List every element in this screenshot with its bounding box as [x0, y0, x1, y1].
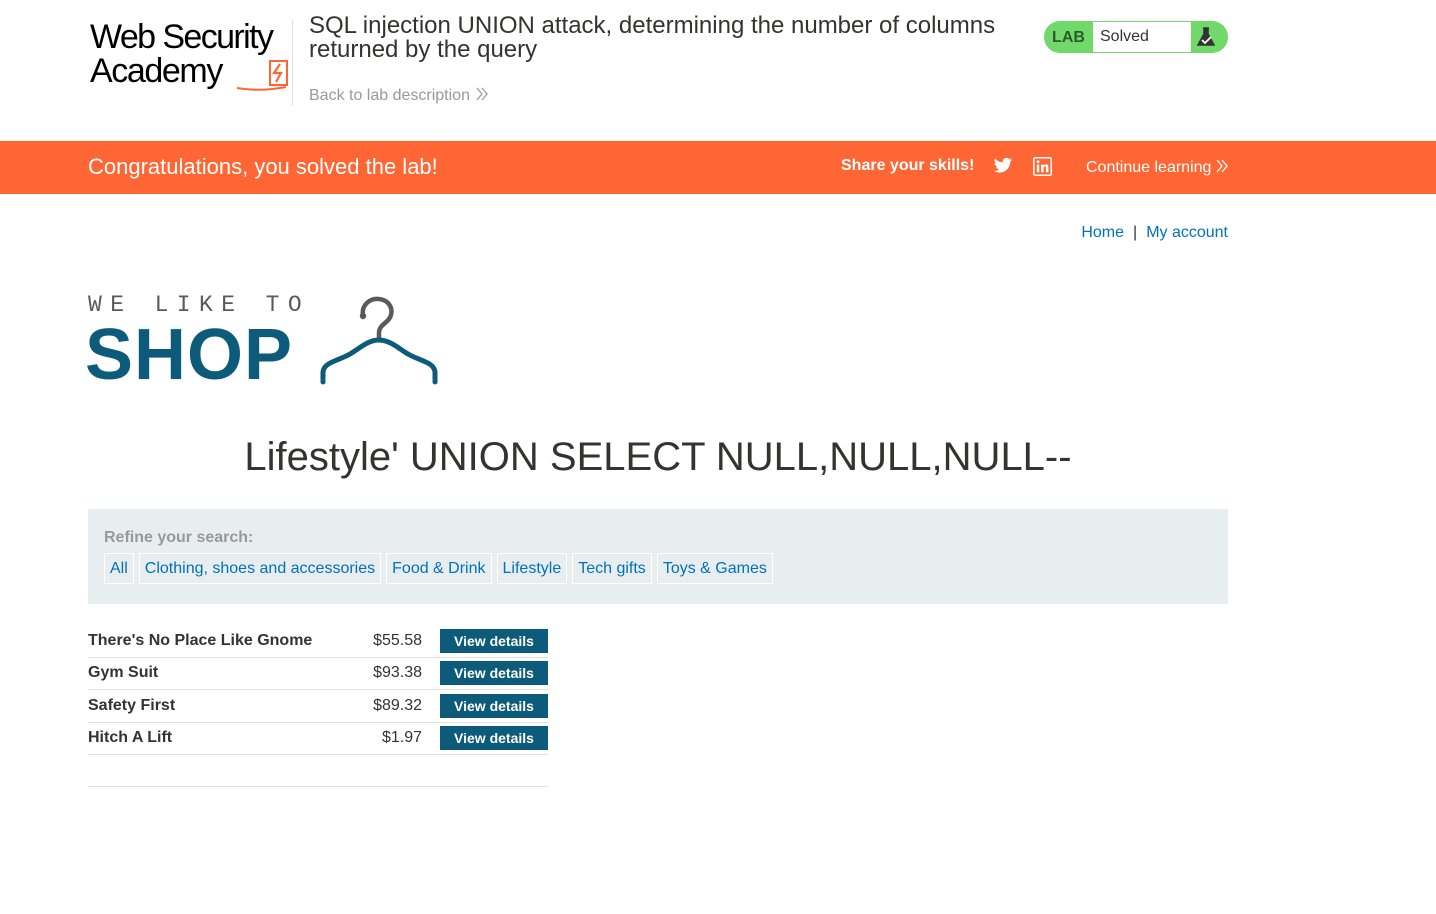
table-bottom-divider: [88, 786, 548, 787]
table-row: There's No Place Like Gnome $55.58 View …: [88, 625, 548, 658]
double-chevron-right-icon: [476, 87, 488, 101]
home-link[interactable]: Home: [1081, 224, 1124, 241]
category-filter-tech-gifts[interactable]: Tech gifts: [572, 553, 652, 584]
table-row: Gym Suit $93.38 View details: [88, 657, 548, 690]
product-action-cell: View details: [440, 722, 548, 755]
my-account-link[interactable]: My account: [1146, 224, 1228, 241]
lab-title: SQL injection UNION attack, determining …: [309, 12, 996, 63]
clothes-hanger-icon: [320, 296, 438, 385]
product-price: $93.38: [358, 657, 440, 690]
logo-bolt-icon: [236, 60, 288, 91]
back-to-lab-description-link[interactable]: Back to lab description: [309, 87, 488, 105]
product-name: Safety First: [88, 689, 358, 723]
notification-message: Congratulations, you solved the lab!: [88, 154, 438, 179]
lab-status-widget: LAB Solved: [1044, 21, 1228, 53]
lab-status-label: LAB: [1052, 29, 1085, 46]
account-nav: Home | My account: [1081, 224, 1228, 242]
nav-separator: |: [1133, 224, 1138, 241]
product-price: $89.32: [358, 689, 440, 723]
view-details-button[interactable]: View details: [440, 726, 548, 751]
header-divider: [292, 20, 293, 106]
category-filter-food-drink[interactable]: Food & Drink: [386, 553, 492, 584]
view-details-button[interactable]: View details: [440, 693, 548, 718]
table-row: Safety First $89.32 View details: [88, 689, 548, 723]
product-price: $1.97: [358, 722, 440, 755]
linkedin-icon: [1033, 157, 1052, 176]
product-price: $55.58: [358, 625, 440, 658]
lab-status-value: Solved: [1093, 22, 1191, 52]
product-name: There's No Place Like Gnome: [88, 625, 358, 658]
product-action-cell: View details: [440, 657, 548, 690]
view-details-button[interactable]: View details: [440, 628, 548, 653]
product-table: There's No Place Like Gnome $55.58 View …: [88, 625, 548, 755]
share-skills-label: Share your skills!: [841, 157, 975, 174]
lab-solved-notification: Congratulations, you solved the lab! Sha…: [0, 141, 1436, 194]
filter-label: Refine your search:: [104, 529, 254, 546]
shop-logo-wordmark: SHOP: [85, 315, 294, 395]
twitter-icon: [993, 157, 1013, 173]
table-row: Hitch A Lift $1.97 View details: [88, 722, 548, 755]
category-list: All Clothing, shoes and accessories Food…: [104, 553, 773, 584]
category-filter-all[interactable]: All: [104, 553, 134, 584]
category-filter-toys-games[interactable]: Toys & Games: [656, 553, 773, 584]
continue-learning-link[interactable]: Continue learning: [1086, 159, 1229, 177]
twitter-share-button[interactable]: [993, 157, 1013, 180]
academy-header: Web Security Academy SQL injection UNION…: [0, 0, 1436, 141]
category-filter-lifestyle[interactable]: Lifestyle: [496, 553, 568, 584]
product-name: Hitch A Lift: [88, 722, 358, 755]
product-action-cell: View details: [440, 689, 548, 723]
logo-text-line1: Web Security: [90, 18, 274, 56]
academy-logo[interactable]: Web Security Academy: [88, 19, 293, 93]
continue-learning-label: Continue learning: [1086, 159, 1212, 176]
product-action-cell: View details: [440, 625, 548, 658]
product-name: Gym Suit: [88, 657, 358, 690]
search-results-title: Lifestyle' UNION SELECT NULL,NULL,NULL--: [244, 435, 1072, 479]
shop-logo: WE LIKE TO SHOP: [85, 292, 440, 392]
view-details-button[interactable]: View details: [440, 661, 548, 686]
linkedin-share-button[interactable]: [1033, 157, 1052, 181]
flask-solved-icon: [1196, 27, 1216, 46]
logo-text-line2: Academy: [90, 52, 223, 90]
double-chevron-right-icon: [1216, 159, 1229, 173]
category-filter-clothing[interactable]: Clothing, shoes and accessories: [138, 553, 382, 584]
category-filter: Refine your search: All Clothing, shoes …: [88, 509, 1228, 604]
back-link-label: Back to lab description: [309, 87, 470, 104]
